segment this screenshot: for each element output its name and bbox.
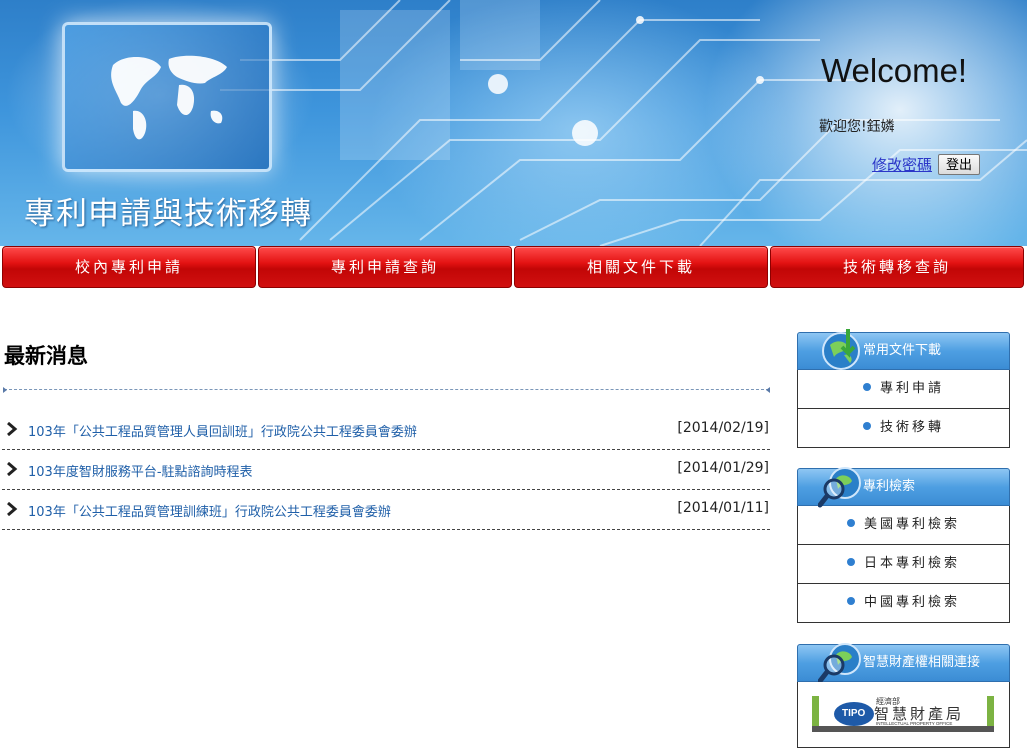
sidebar-item-patent-application[interactable]: 專利申請: [797, 370, 1010, 409]
news-item: 103年度智財服務平台-駐點諮詢時程表 [2014/01/29]: [2, 450, 770, 490]
nav-item-patent-application-query[interactable]: 專利申請查詢: [258, 246, 512, 288]
download-globe-icon: [822, 329, 860, 370]
sidebar-item-us-patent-search[interactable]: 美國專利檢索: [797, 506, 1010, 545]
chevron-right-icon: [7, 502, 18, 516]
bullet-icon: [862, 422, 871, 430]
news-item: 103年「公共工程品質管理人員回訓班」行政院公共工程委員會委辦 [2014/02…: [2, 410, 770, 450]
greeting-prefix: 歡迎您!: [819, 119, 867, 135]
news-divider: [3, 387, 770, 393]
sidebar-ip-links-title: 智慧財產權相關連接: [863, 655, 981, 670]
sidebar-patent-search-header: 專利檢索: [797, 467, 1010, 508]
nav-item-document-download[interactable]: 相關文件下載: [514, 246, 768, 288]
sidebar-item-tech-transfer[interactable]: 技術移轉: [797, 409, 1010, 448]
news-item-link[interactable]: 103年「公共工程品質管理人員回訓班」行政院公共工程委員會委辦: [28, 421, 417, 440]
change-password-link[interactable]: 修改密碼: [872, 154, 932, 175]
bullet-icon: [846, 519, 855, 527]
bullet-icon: [846, 597, 855, 605]
tipo-logo-badge: TIPO: [842, 708, 866, 719]
main-nav: 校內專利申請 專利申請查詢 相關文件下載 技術轉移查詢: [2, 246, 1025, 288]
sidebar-downloads: 常用文件下載 專利申請 技術移轉: [797, 329, 1010, 448]
news-item-link[interactable]: 103年「公共工程品質管理訓練班」行政院公共工程委員會委辦: [28, 501, 391, 520]
sidebar-item-jp-patent-search[interactable]: 日本專利檢索: [797, 545, 1010, 584]
tipo-link[interactable]: TIPO 經濟部 智慧財產局 INTELLECTUAL PROPERTY OFF…: [797, 682, 1010, 748]
tipo-logo: TIPO 經濟部 智慧財產局 INTELLECTUAL PROPERTY OFF…: [812, 696, 994, 732]
sidebar-downloads-header: 常用文件下載: [797, 329, 1010, 370]
nav-item-tech-transfer-query[interactable]: 技術轉移查詢: [770, 246, 1024, 288]
site-title: 專利申請與技術移轉: [24, 196, 312, 232]
news-item-date: [2014/01/11]: [677, 500, 769, 516]
sidebar-ip-links-header: 智慧財產權相關連接: [797, 643, 1010, 684]
sidebar-item-label: 專利申請: [879, 381, 944, 396]
logout-button[interactable]: 登出: [938, 154, 980, 175]
welcome-heading: Welcome!: [821, 52, 968, 89]
world-map-icon: [111, 55, 227, 140]
sidebar-patent-search: 專利檢索 美國專利檢索 日本專利檢索 中國專利檢索: [797, 467, 1010, 623]
sidebar-item-label: 美國專利檢索: [863, 517, 960, 532]
news-item: 103年「公共工程品質管理訓練班」行政院公共工程委員會委辦 [2014/01/1…: [2, 490, 770, 530]
sidebar-ip-links: 智慧財產權相關連接 TIPO 經濟部 智慧財產局 INTELLECTUAL PR…: [797, 643, 1010, 748]
news-list: 103年「公共工程品質管理人員回訓班」行政院公共工程委員會委辦 [2014/02…: [2, 410, 770, 530]
sidebar-item-cn-patent-search[interactable]: 中國專利檢索: [797, 584, 1010, 623]
magnifier-globe-icon: [818, 643, 861, 684]
user-name: 鈺嫾: [866, 119, 895, 135]
sidebar-item-label: 日本專利檢索: [863, 556, 960, 571]
sidebar-patent-search-title: 專利檢索: [863, 479, 916, 494]
sidebar-item-label: 中國專利檢索: [863, 595, 960, 610]
sidebar-item-label: 技術移轉: [879, 420, 944, 435]
news-heading: 最新消息: [4, 344, 88, 368]
bullet-icon: [846, 558, 855, 566]
nav-item-campus-patent-application[interactable]: 校內專利申請: [2, 246, 256, 288]
tipo-logo-english: INTELLECTUAL PROPERTY OFFICE: [876, 721, 952, 726]
news-item-date: [2014/01/29]: [677, 460, 769, 476]
user-greeting: 歡迎您!鈺嫾: [819, 116, 895, 136]
news-item-link[interactable]: 103年度智財服務平台-駐點諮詢時程表: [28, 461, 253, 480]
sidebar-downloads-title: 常用文件下載: [863, 343, 942, 358]
news-item-date: [2014/02/19]: [677, 420, 769, 436]
monitor-illustration: [62, 22, 272, 172]
header-banner: 專利申請與技術移轉 Welcome! 歡迎您!鈺嫾 修改密碼 登出: [0, 0, 1027, 246]
bullet-icon: [862, 383, 871, 391]
magnifier-globe-icon: [818, 467, 861, 508]
chevron-right-icon: [7, 422, 18, 436]
chevron-right-icon: [7, 462, 18, 476]
